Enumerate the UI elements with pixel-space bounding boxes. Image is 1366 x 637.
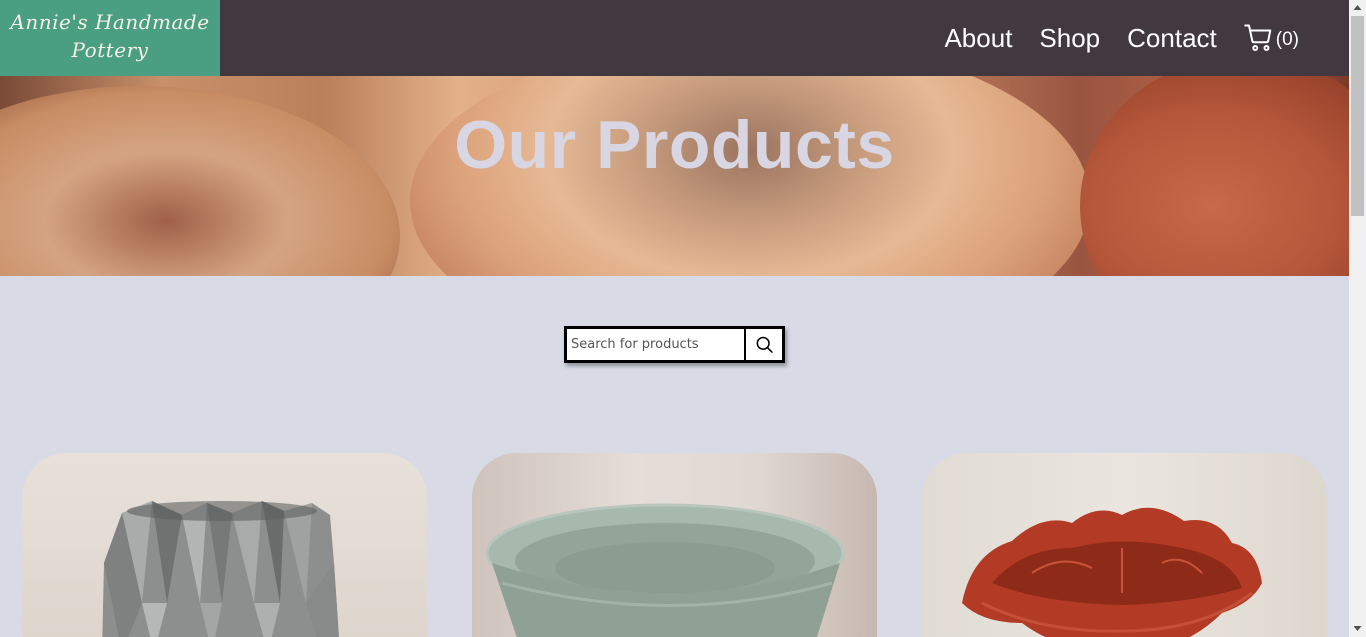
scroll-down-arrow-icon[interactable] <box>1349 623 1366 635</box>
scroll-up-arrow-icon[interactable] <box>1349 0 1366 17</box>
page-scrollbar[interactable] <box>1349 0 1366 637</box>
scrollbar-thumb[interactable] <box>1351 16 1364 216</box>
hero-banner: Our Products <box>0 76 1349 276</box>
main-nav: About Shop Contact (0) <box>917 0 1299 76</box>
cart-count: (0) <box>1275 29 1299 50</box>
celadon-green-bowl-image <box>485 503 845 637</box>
logo-line-1: Annie's Handmade <box>10 10 210 34</box>
nav-about[interactable]: About <box>944 23 1012 54</box>
red-leaf-bowl-image <box>962 507 1262 637</box>
logo-line-2: Pottery <box>71 38 149 62</box>
nav-contact[interactable]: Contact <box>1127 23 1217 54</box>
product-card-1[interactable] <box>22 453 427 637</box>
gray-faceted-vase-image <box>102 501 339 637</box>
product-card-3[interactable] <box>922 453 1327 637</box>
cart-icon <box>1244 24 1272 51</box>
nav-shop[interactable]: Shop <box>1039 23 1100 54</box>
search-input[interactable] <box>567 329 744 360</box>
cart-button[interactable]: (0) <box>1244 23 1299 53</box>
site-header: Annie's Handmade Pottery About Shop Cont… <box>0 0 1349 76</box>
search-icon <box>756 336 773 353</box>
search-bar <box>564 326 785 363</box>
search-button[interactable] <box>744 329 782 360</box>
site-logo[interactable]: Annie's Handmade Pottery <box>0 0 220 76</box>
product-card-2[interactable] <box>472 453 877 637</box>
page-title: Our Products <box>454 107 895 183</box>
